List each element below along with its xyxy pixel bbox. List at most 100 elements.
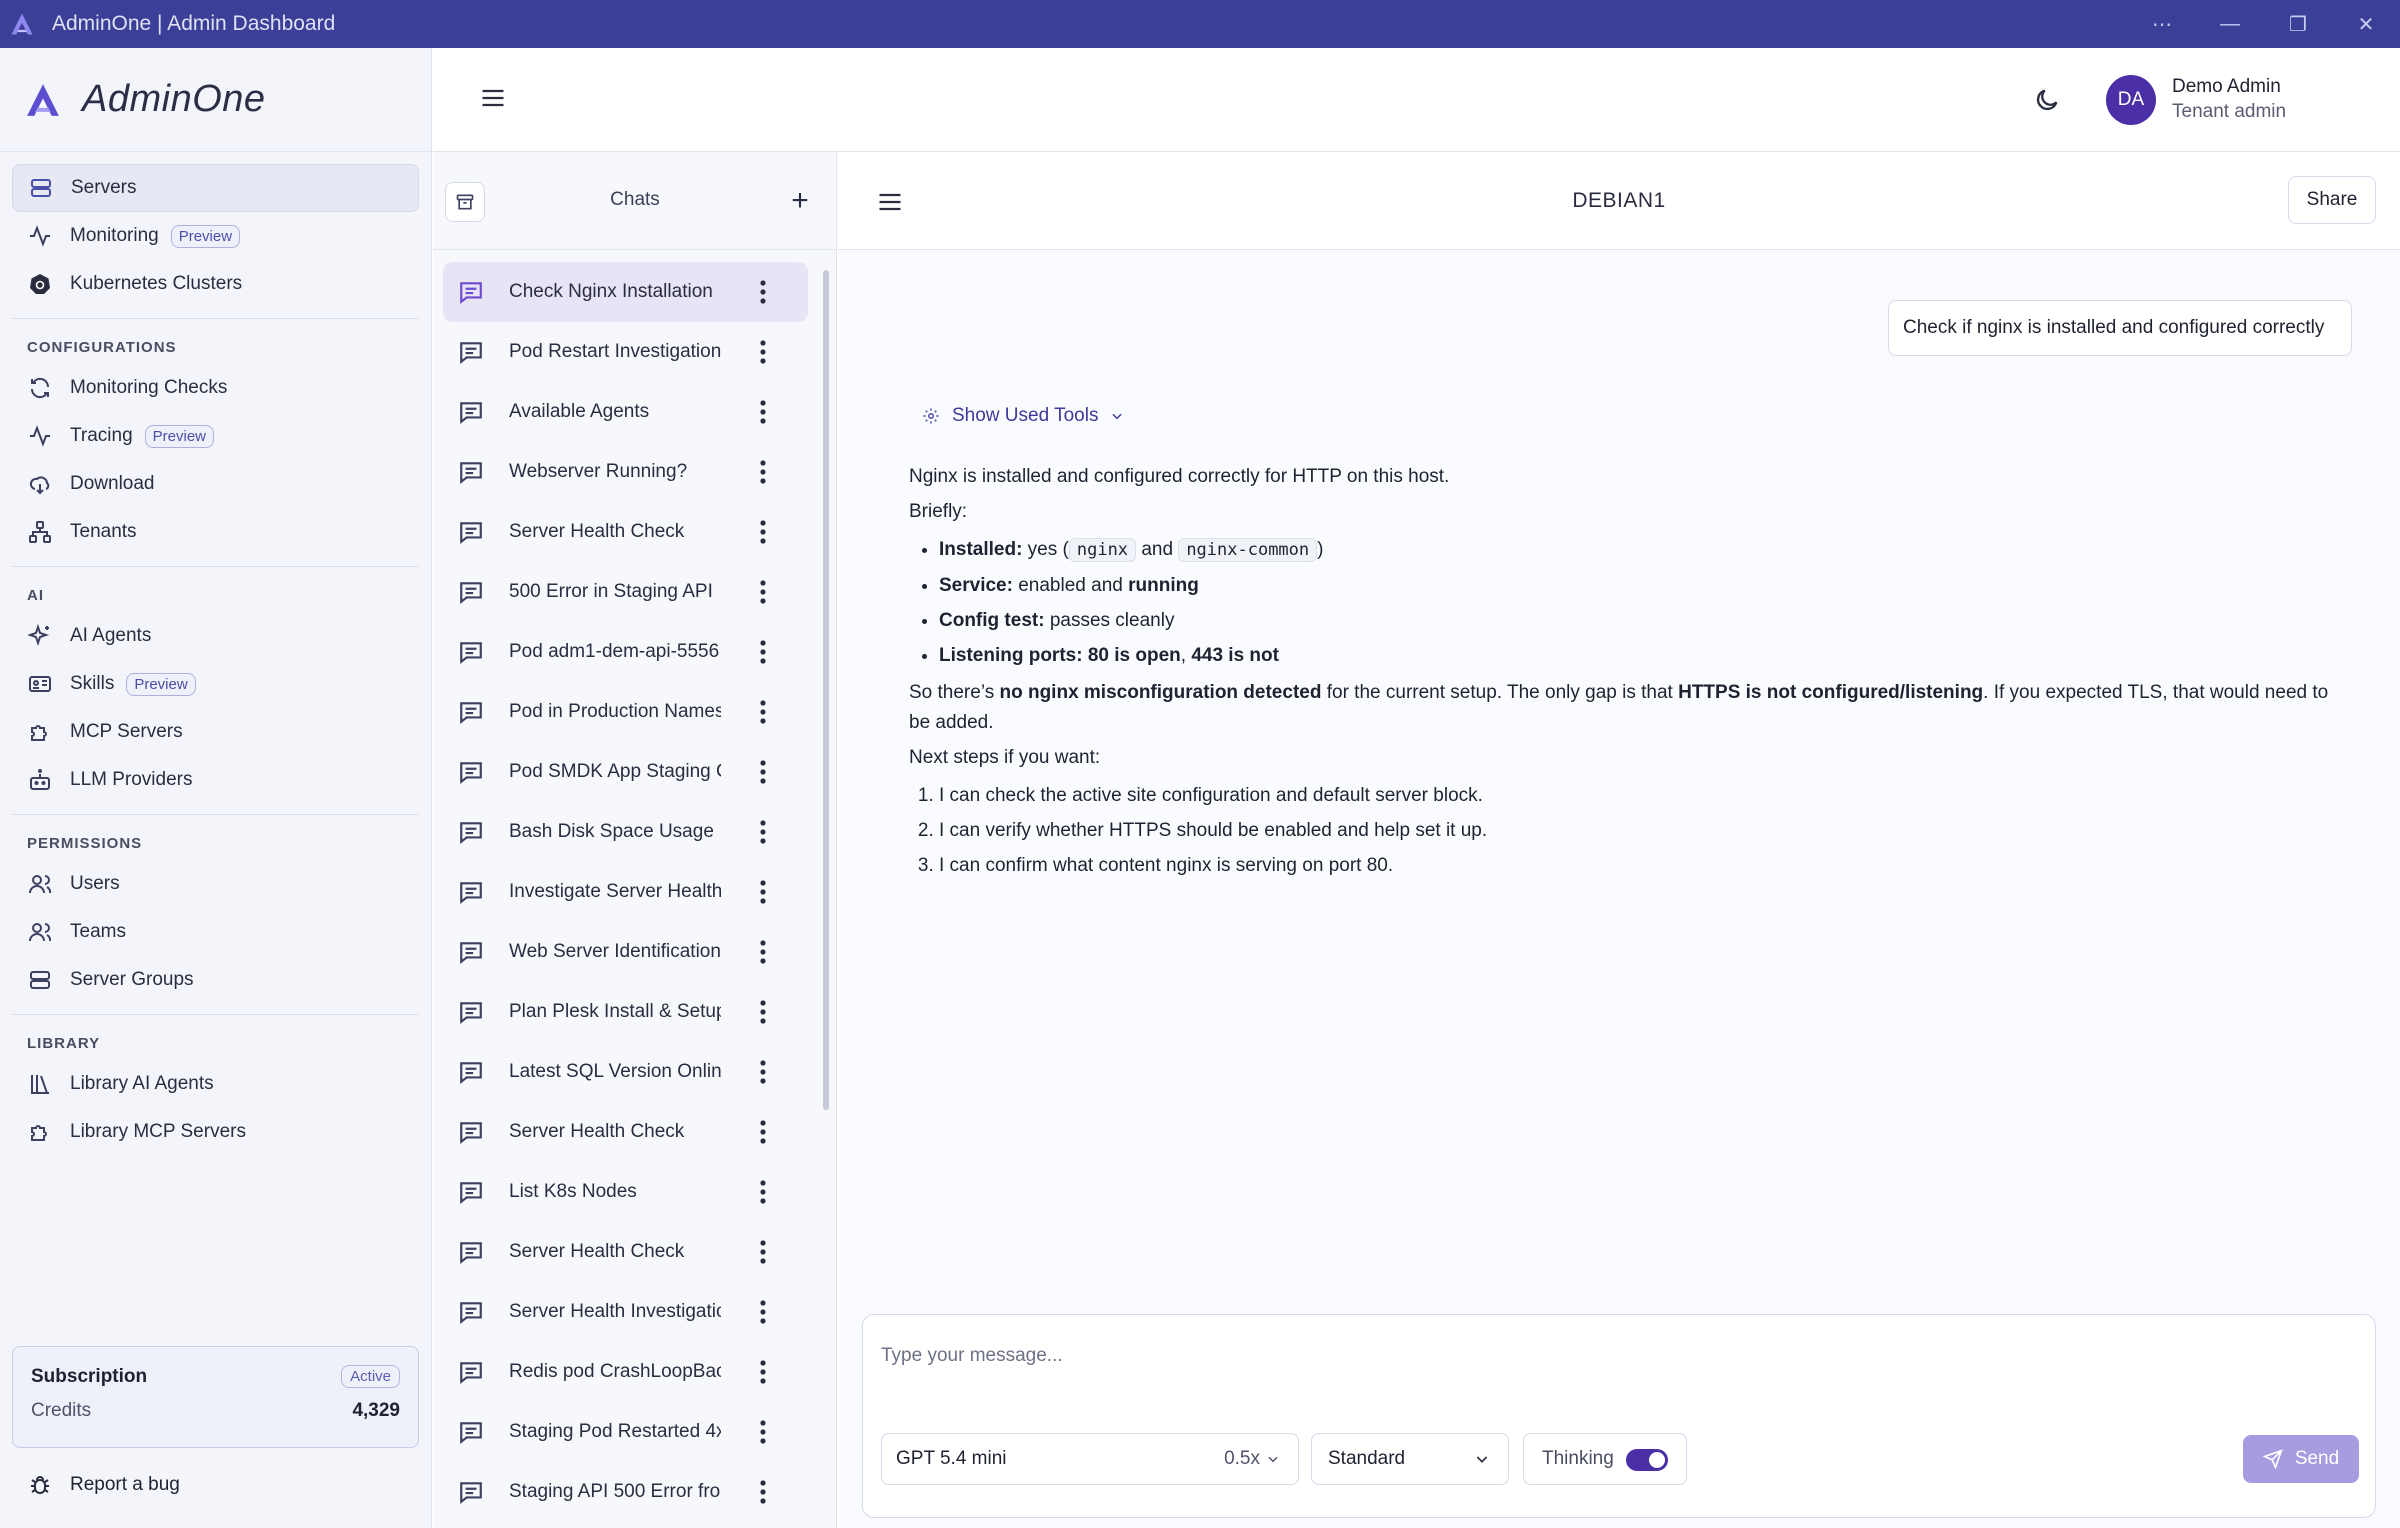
more-vertical-icon[interactable] — [759, 1479, 767, 1505]
chat-item[interactable]: Server Health Check — [443, 502, 808, 562]
user-icon — [28, 872, 52, 896]
chat-bubble-icon — [460, 1062, 482, 1085]
sidebar-item-label: MCP Servers — [70, 721, 183, 742]
chat-item[interactable]: Server Health Investigation — [443, 1282, 808, 1342]
chat-item[interactable]: List K8s Nodes — [443, 1162, 808, 1222]
menu-icon[interactable] — [479, 84, 507, 112]
more-vertical-icon[interactable] — [759, 339, 767, 365]
toggle-knob — [1649, 1452, 1665, 1468]
sidebar-item-download[interactable]: Download — [12, 460, 419, 508]
chat-item[interactable]: Pod SMDK App Staging Crash — [443, 742, 808, 802]
thinking-toggle[interactable] — [1626, 1449, 1668, 1471]
chat-item[interactable]: Pod Restart Investigation — [443, 322, 808, 382]
chat-item[interactable]: Server Health Check — [443, 1102, 808, 1162]
sidebar-item-tracing[interactable]: Tracing Preview — [12, 412, 419, 460]
more-vertical-icon[interactable] — [759, 459, 767, 485]
subscription-card[interactable]: Subscription Active Credits 4,329 — [12, 1346, 419, 1448]
report-bug-link[interactable]: Report a bug — [28, 1473, 180, 1497]
sidebar-item-library-ai-agents[interactable]: Library AI Agents — [12, 1060, 419, 1108]
sidebar-item-monitoring-checks[interactable]: Monitoring Checks — [12, 364, 419, 412]
window-restore-button[interactable]: ❐ — [2264, 0, 2332, 48]
sidebar-item-ai-agents[interactable]: AI Agents — [12, 612, 419, 660]
sidebar-item-monitoring[interactable]: Monitoring Preview — [12, 212, 419, 260]
more-vertical-icon[interactable] — [759, 939, 767, 965]
assistant-answer: Nginx is installed and configured correc… — [909, 462, 2329, 888]
scrollbar-thumb[interactable] — [823, 270, 829, 1110]
chat-item[interactable]: Web Server Identification — [443, 922, 808, 982]
more-vertical-icon[interactable] — [759, 579, 767, 605]
list-item: Service: enabled and running — [939, 568, 2329, 603]
list-item: Listening ports: 80 is open, 443 is not — [939, 638, 2329, 673]
sidebar-item-servers[interactable]: Servers — [12, 164, 419, 212]
chat-item-label: Staging Pod Restarted 4x — [509, 1421, 721, 1442]
more-vertical-icon[interactable] — [759, 519, 767, 545]
more-vertical-icon[interactable] — [759, 1359, 767, 1385]
more-vertical-icon[interactable] — [759, 1239, 767, 1265]
preview-badge: Preview — [170, 224, 241, 248]
window-minimize-button[interactable]: — — [2196, 0, 2264, 48]
chat-item-label: Plan Plesk Install & Setup — [509, 1001, 721, 1022]
chat-item[interactable]: Investigate Server Health — [443, 862, 808, 922]
sidebar-item-mcp-servers[interactable]: MCP Servers — [12, 708, 419, 756]
more-vertical-icon[interactable] — [759, 1179, 767, 1205]
model-select[interactable]: GPT 5.4 mini 0.5x — [881, 1433, 1299, 1485]
chat-item[interactable]: Available Agents — [443, 382, 808, 442]
more-vertical-icon[interactable] — [759, 1299, 767, 1325]
chat-item[interactable]: 500 Error in Staging API — [443, 562, 808, 622]
chat-item[interactable]: Server Health Check — [443, 1222, 808, 1282]
more-vertical-icon[interactable] — [759, 759, 767, 785]
sidebar-item-users[interactable]: Users — [12, 860, 419, 908]
message-input[interactable]: Type your message... — [881, 1345, 1063, 1367]
send-button[interactable]: Send — [2243, 1435, 2359, 1483]
chat-item[interactable]: Staging API 500 Error from — [443, 1462, 808, 1522]
chat-item[interactable]: Webserver Running? — [443, 442, 808, 502]
id-card-icon — [28, 672, 52, 696]
brand[interactable]: AdminOne — [0, 48, 431, 152]
cloud-download-icon — [28, 472, 52, 496]
chat-item[interactable]: Latest SQL Version Online — [443, 1042, 808, 1102]
avatar[interactable]: DA — [2106, 75, 2156, 125]
new-chat-button[interactable]: + — [784, 186, 816, 218]
more-vertical-icon[interactable] — [759, 879, 767, 905]
sidebar-item-label: Server Groups — [70, 969, 194, 990]
list-item: I can confirm what content nginx is serv… — [939, 848, 2329, 883]
sidebar-item-kubernetes-clusters[interactable]: Kubernetes Clusters — [12, 260, 419, 308]
chevron-down-icon — [1112, 413, 1123, 420]
chat-item[interactable]: Check Nginx Installation — [443, 262, 808, 322]
chat-item[interactable]: Redis pod CrashLoopBackOff — [443, 1342, 808, 1402]
sidebar-item-llm-providers[interactable]: LLM Providers — [12, 756, 419, 804]
mode-select[interactable]: Standard — [1311, 1433, 1509, 1485]
chat-item[interactable]: Bash Disk Space Usage — [443, 802, 808, 862]
chat-item-label: Webserver Running? — [509, 461, 688, 482]
more-vertical-icon[interactable] — [759, 639, 767, 665]
chat-item[interactable]: Plan Plesk Install & Setup — [443, 982, 808, 1042]
more-vertical-icon[interactable] — [759, 399, 767, 425]
more-vertical-icon[interactable] — [759, 1059, 767, 1085]
chat-item[interactable]: Pod in Production Namespace — [443, 682, 808, 742]
more-vertical-icon[interactable] — [759, 999, 767, 1025]
share-button[interactable]: Share — [2288, 176, 2376, 224]
sidebar-item-skills[interactable]: Skills Preview — [12, 660, 419, 708]
show-used-tools-toggle[interactable]: Show Used Tools — [922, 405, 1136, 427]
sidebar-item-tenants[interactable]: Tenants — [12, 508, 419, 556]
more-vertical-icon[interactable] — [759, 819, 767, 845]
more-vertical-icon[interactable] — [759, 1119, 767, 1145]
chat-item-label: 500 Error in Staging API — [509, 581, 713, 602]
moon-icon[interactable] — [2033, 86, 2061, 114]
chat-item[interactable]: Staging Pod Restarted 4x — [443, 1402, 808, 1462]
window-more-button[interactable]: ⋯ — [2128, 0, 2196, 48]
chevron-down-icon — [1268, 1456, 1278, 1463]
more-vertical-icon[interactable] — [759, 1419, 767, 1445]
more-vertical-icon[interactable] — [759, 699, 767, 725]
sidebar-item-server-groups[interactable]: Server Groups — [12, 956, 419, 1004]
more-vertical-icon[interactable] — [759, 279, 767, 305]
user-name: Demo Admin — [2172, 76, 2281, 97]
window-close-button[interactable]: ✕ — [2332, 0, 2400, 48]
app-logo-icon — [27, 83, 59, 116]
chat-list-scrollbar[interactable] — [822, 262, 830, 1512]
sidebar-item-library-mcp-servers[interactable]: Library MCP Servers — [12, 1108, 419, 1156]
chat-item-label: Server Health Investigation — [509, 1301, 721, 1322]
sidebar-item-teams[interactable]: Teams — [12, 908, 419, 956]
chat-item[interactable]: Pod adm1-dem-api-5556 — [443, 622, 808, 682]
brand-name: AdminOne — [82, 78, 266, 120]
